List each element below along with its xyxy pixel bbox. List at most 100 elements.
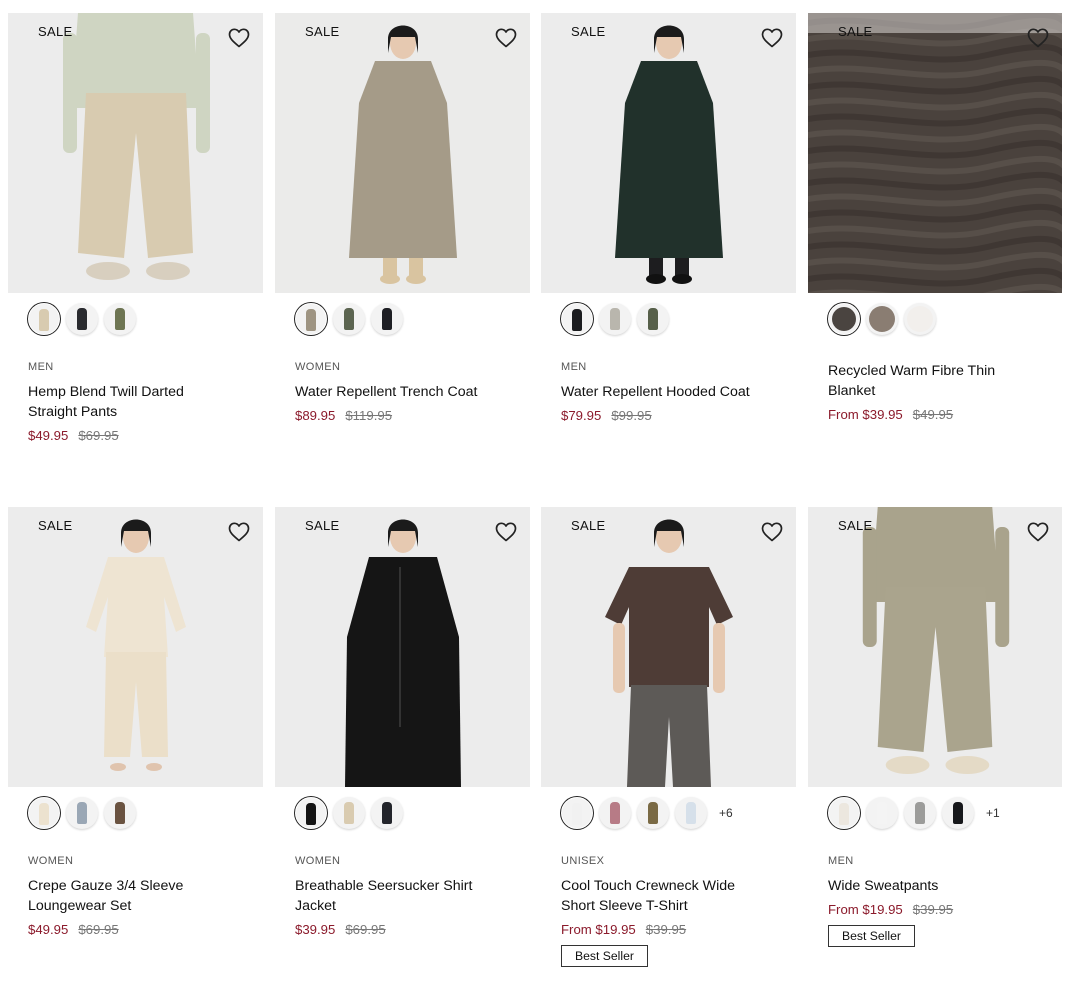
product-photo [808,13,1062,293]
swatch-color [907,306,933,332]
color-swatch[interactable] [904,797,936,829]
product-name[interactable]: Wide Sweatpants [828,876,1028,896]
color-swatch[interactable] [371,303,403,335]
product-name[interactable]: Recycled Warm Fibre Thin Blanket [828,361,1028,401]
product-grid: SALE MEN Hemp Blend Twill Darted Straigh… [0,0,1071,1001]
color-swatch[interactable] [295,303,327,335]
color-swatch[interactable] [333,797,365,829]
color-swatch[interactable] [637,303,669,335]
color-swatch[interactable] [333,303,365,335]
color-swatch[interactable] [942,797,974,829]
product-card[interactable]: SALE WOMEN Crepe Gauze 3/4 Sleeve Lounge… [8,507,263,939]
more-colors-count[interactable]: +1 [986,806,1000,820]
product-prices: $79.95 $99.95 [561,406,796,425]
color-swatch[interactable] [104,303,136,335]
color-swatch[interactable] [828,797,860,829]
product-card[interactable]: SALE +1 MEN Wide Sweatpants From $19.95 $… [808,507,1062,947]
color-swatch[interactable] [371,797,403,829]
sale-label: SALE [38,24,73,39]
heart-icon[interactable] [227,26,251,50]
sale-label: SALE [305,24,340,39]
product-info: MEN Wide Sweatpants From $19.95 $39.95 Be… [808,855,1062,947]
color-swatches [275,787,530,839]
more-colors-count[interactable]: +6 [719,806,733,820]
swatch-color [344,802,354,824]
swatch-color [77,308,87,330]
color-swatch[interactable] [104,797,136,829]
swatch-color [610,802,620,824]
product-image[interactable]: SALE [541,507,796,787]
color-swatch[interactable] [66,303,98,335]
color-swatch[interactable] [66,797,98,829]
heart-icon[interactable] [494,26,518,50]
heart-icon[interactable] [227,520,251,544]
color-swatch[interactable] [561,303,593,335]
color-swatch[interactable] [28,303,60,335]
sale-price: $49.95 [28,428,69,443]
color-swatch[interactable] [599,797,631,829]
product-photo [8,507,263,787]
product-info: UNISEX Cool Touch Crewneck Wide Short Sl… [541,855,796,967]
swatch-color [839,803,849,825]
heart-icon[interactable] [1026,26,1050,50]
product-photo [275,13,530,293]
product-name[interactable]: Breathable Seersucker Shirt Jacket [295,876,495,916]
badge-wrap: Best Seller [561,939,796,967]
product-name[interactable]: Hemp Blend Twill Darted Straight Pants [28,382,228,422]
product-info: Recycled Warm Fibre Thin Blanket From $3… [808,361,1062,424]
product-info: WOMEN Water Repellent Trench Coat $89.95… [275,361,530,425]
product-name[interactable]: Water Repellent Hooded Coat [561,382,761,402]
product-category: MEN [561,361,587,373]
heart-icon[interactable] [760,520,784,544]
product-card[interactable]: SALE MEN Water Repellent Hooded Coat $79… [541,13,796,425]
swatch-color [572,309,582,331]
product-image[interactable]: SALE [275,507,530,787]
product-card[interactable]: SALE Recycled Warm Fibre Thin Blanket Fr… [808,13,1062,424]
sale-price: From $39.95 [828,407,903,422]
color-swatch[interactable] [295,797,327,829]
product-image[interactable]: SALE [275,13,530,293]
color-swatch[interactable] [599,303,631,335]
color-swatch[interactable] [561,797,593,829]
color-swatches [541,293,796,345]
product-image[interactable]: SALE [808,13,1062,293]
product-prices: $39.95 $69.95 [295,920,530,939]
heart-icon[interactable] [760,26,784,50]
product-category: MEN [828,855,854,867]
badge-wrap: Best Seller [828,919,1062,947]
product-card[interactable]: SALE WOMEN Water Repellent Trench Coat $… [275,13,530,425]
color-swatch[interactable] [28,797,60,829]
heart-icon[interactable] [1026,520,1050,544]
product-image[interactable]: SALE [808,507,1062,787]
color-swatch[interactable] [904,303,936,335]
color-swatch[interactable] [866,303,898,335]
product-image[interactable]: SALE [541,13,796,293]
product-image[interactable]: SALE [8,13,263,293]
swatch-color [382,308,392,330]
sale-price: $89.95 [295,408,336,423]
product-name[interactable]: Cool Touch Crewneck Wide Short Sleeve T-… [561,876,761,916]
color-swatch[interactable] [828,303,860,335]
product-card[interactable]: SALE WOMEN Breathable Seersucker Shirt J… [275,507,530,939]
product-photo [541,507,796,787]
product-name[interactable]: Crepe Gauze 3/4 Sleeve Loungewear Set [28,876,228,916]
sale-label: SALE [838,518,873,533]
heart-icon[interactable] [494,520,518,544]
product-card[interactable]: SALE MEN Hemp Blend Twill Darted Straigh… [8,13,263,445]
product-photo [541,13,796,293]
color-swatches [8,293,263,345]
swatch-color [344,308,354,330]
color-swatches [275,293,530,345]
product-image[interactable]: SALE [8,507,263,787]
sale-label: SALE [838,24,873,39]
product-name[interactable]: Water Repellent Trench Coat [295,382,495,402]
product-info: MEN Water Repellent Hooded Coat $79.95 $9… [541,361,796,425]
swatch-color [915,802,925,824]
color-swatch[interactable] [675,797,707,829]
product-category: MEN [28,361,54,373]
product-card[interactable]: SALE +6 UNISEX Cool Touch Crewneck Wide … [541,507,796,967]
product-category: WOMEN [295,361,341,373]
color-swatch[interactable] [866,797,898,829]
color-swatches: +6 [541,787,796,839]
color-swatch[interactable] [637,797,669,829]
